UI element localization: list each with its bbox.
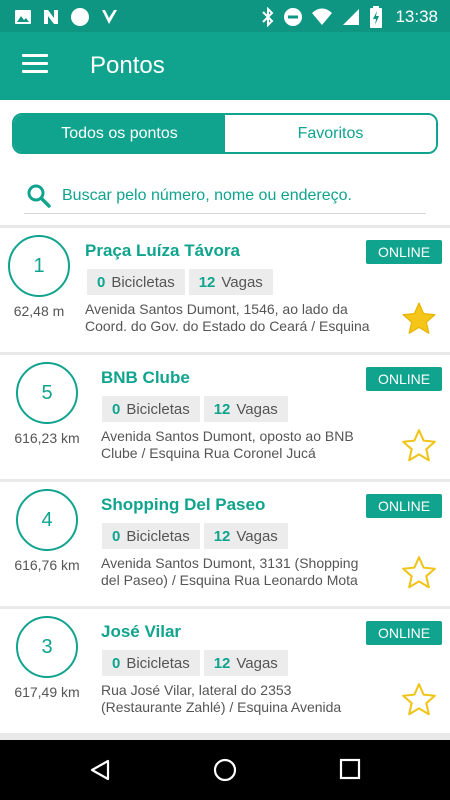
slots-label: Vagas — [236, 654, 278, 672]
point-card[interactable]: 5 616,23 km BNB Clube ONLINE 0 Bicicletas… — [0, 355, 450, 479]
address-line: Avenida Santos Dumont, oposto ao BNB — [101, 428, 354, 444]
status-badge: ONLINE — [366, 494, 442, 518]
slots-count: 12 — [213, 654, 231, 672]
point-address: Avenida Santos Dumont, 1546, ao lado da … — [85, 301, 385, 335]
clock: 13:38 — [395, 7, 438, 26]
slots-count: 12 — [198, 273, 216, 291]
slots-label: Vagas — [236, 400, 278, 418]
bikes-stat: 0 Bicicletas — [102, 523, 200, 549]
notification-icons — [14, 7, 118, 27]
address-line: Clube / Esquina Rua Coronel Jucá — [101, 445, 316, 461]
point-card[interactable]: 4 616,76 km Shopping Del Paseo ONLINE 0B… — [0, 482, 450, 606]
slots-stat: 12 Vagas — [203, 396, 288, 422]
bikes-stat: 0 Bicicletas — [102, 650, 200, 676]
point-card[interactable]: 3 617,49 km José Vilar ONLINE 0 Bicicleta… — [0, 609, 450, 733]
do-not-disturb-icon — [284, 8, 303, 26]
search-icon[interactable] — [26, 183, 52, 209]
wifi-icon — [312, 8, 333, 25]
slots-label: Vagas — [221, 273, 263, 291]
point-number: 1 — [8, 235, 70, 297]
point-stats: 0 Bicicletas 12 Vagas — [102, 650, 288, 676]
status-badge: ONLINE — [366, 240, 442, 264]
n-app-icon — [44, 10, 58, 24]
recents-square-icon[interactable] — [339, 758, 361, 780]
address-line: del Paseo) / Esquina Rua Leonardo Mota — [101, 572, 358, 588]
address-line: Avenida Santos Dumont, 3131 (Shopping — [101, 555, 359, 571]
bikes-count: 0 — [112, 654, 121, 672]
check-app-icon — [102, 10, 117, 24]
slots-stat: 12 Vagas — [203, 650, 288, 676]
app-bar: Pontos — [0, 32, 450, 100]
bikes-count: 0 — [112, 527, 121, 545]
signal-icon — [343, 9, 360, 25]
point-number: 5 — [16, 362, 78, 424]
search-bar — [24, 178, 426, 214]
point-distance: 617,49 km — [14, 684, 80, 700]
hamburger-icon[interactable] — [22, 54, 48, 76]
point-address: Avenida Santos Dumont, oposto ao BNB Clu… — [101, 428, 401, 462]
segmented-control: Todos os pontos Favoritos — [12, 113, 438, 154]
point-stats: 0 Bicicletas 12 Vagas — [102, 396, 288, 422]
point-name: Praça Luíza Távora — [85, 241, 240, 260]
tab-favoritos[interactable]: Favoritos — [225, 115, 436, 152]
search-input[interactable] — [62, 186, 412, 205]
point-number: 3 — [16, 616, 78, 678]
point-distance: 616,23 km — [14, 430, 80, 446]
star-icon[interactable] — [400, 681, 438, 719]
star-icon[interactable] — [400, 300, 438, 338]
bikes-label: Bicicletas — [126, 654, 190, 672]
star-icon[interactable] — [400, 554, 438, 592]
status-bar: 13:38 — [0, 0, 450, 32]
filter-panel: Todos os pontos Favoritos — [0, 100, 450, 225]
bikes-stat: 0 Bicicletas — [87, 269, 185, 295]
image-icon — [15, 10, 31, 24]
point-name: Shopping Del Paseo — [101, 495, 266, 514]
point-stats: 0 Bicicletas 12 Vagas — [102, 523, 288, 549]
page-title: Pontos — [90, 52, 165, 79]
bikes-label: Bicicletas — [126, 527, 190, 545]
slots-label: Vagas — [236, 527, 278, 545]
system-icons: 13:38 — [261, 6, 438, 28]
point-number: 4 — [16, 489, 78, 551]
dot-icon — [71, 8, 89, 26]
status-badge: ONLINE — [366, 367, 442, 391]
address-line: (Restaurante Zahlé) / Esquina Avenida — [101, 699, 342, 715]
back-triangle-icon[interactable] — [88, 758, 112, 782]
point-card[interactable]: 1 62,48 m Praça Luíza Távora ONLINE 0 Bic… — [0, 228, 450, 352]
bikes-stat: 0 Bicicletas — [102, 396, 200, 422]
tab-todos-os-pontos[interactable]: Todos os pontos — [14, 115, 225, 152]
address-line: Rua José Vilar, lateral do 2353 — [101, 682, 292, 698]
bikes-count: 0 — [112, 400, 121, 418]
point-address: Rua José Vilar, lateral do 2353 (Restaur… — [101, 682, 401, 716]
status-badge: ONLINE — [366, 621, 442, 645]
point-distance: 616,76 km — [14, 557, 80, 573]
star-icon[interactable] — [400, 427, 438, 465]
point-stats: 0 Bicicletas 12 Vagas — [87, 269, 273, 295]
slots-stat: 12 Vagas — [188, 269, 273, 295]
point-distance: 62,48 m — [13, 303, 65, 319]
bluetooth-icon — [262, 7, 274, 27]
slots-count: 12 — [213, 400, 231, 418]
bikes-label: Bicicletas — [126, 400, 190, 418]
slots-stat: 12 Vagas — [203, 523, 288, 549]
point-address: Avenida Santos Dumont, 3131 (Shopping de… — [101, 555, 401, 589]
bikes-label: Bicicletas — [111, 273, 175, 291]
address-line: Avenida Santos Dumont, 1546, ao lado da — [85, 301, 348, 317]
address-line: Coord. do Gov. do Estado do Ceará / Esqu… — [85, 318, 370, 334]
battery-icon — [370, 6, 383, 28]
system-navigation-bar — [0, 740, 450, 800]
point-name: José Vilar — [101, 622, 182, 641]
bikes-count: 0 — [97, 273, 106, 291]
home-circle-icon[interactable] — [213, 758, 237, 782]
slots-count: 12 — [213, 527, 231, 545]
point-name: BNB Clube — [101, 368, 190, 387]
